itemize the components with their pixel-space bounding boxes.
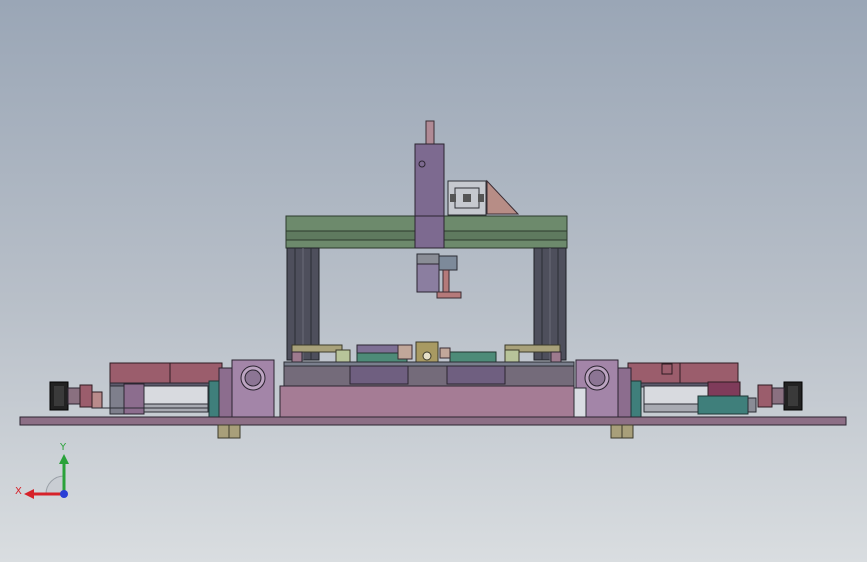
gantry-column-right[interactable] (533, 247, 567, 361)
central-slide-bar[interactable] (283, 361, 575, 387)
orientation-triad[interactable]: Y X (12, 438, 82, 508)
profile-bracket (447, 179, 520, 216)
right-cylinder-assembly[interactable] (643, 381, 803, 415)
foot-left (217, 424, 241, 439)
main-housing[interactable] (279, 385, 587, 419)
bearing-block-left[interactable] (208, 359, 275, 418)
x-axis-arrowhead-icon (24, 489, 34, 499)
foot-right (610, 424, 634, 439)
y-axis-arrowhead-icon (59, 454, 69, 464)
gripper-head[interactable] (416, 253, 462, 299)
y-axis-label: Y (59, 442, 67, 453)
base-plate[interactable] (19, 416, 847, 426)
left-cylinder-assembly[interactable] (49, 381, 209, 415)
gantry-beam[interactable] (285, 215, 568, 249)
gantry-column-left[interactable] (286, 247, 320, 361)
x-axis-label: X (15, 486, 22, 497)
left-side-table[interactable] (109, 362, 223, 388)
cad-viewport[interactable] (0, 0, 867, 562)
z-axis-dot-icon (60, 490, 68, 498)
